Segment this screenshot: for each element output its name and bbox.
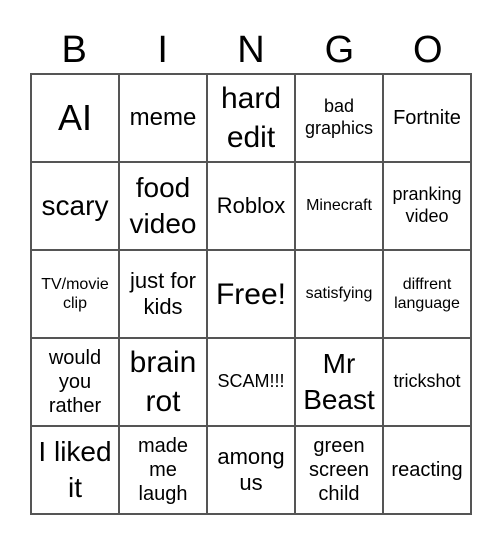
bingo-header: B I N G O [30, 28, 472, 72]
bingo-cell[interactable]: made me laugh [119, 426, 207, 514]
header-letter-g: G [324, 29, 355, 71]
header-letter-n: N [237, 29, 265, 71]
bingo-cell[interactable]: brain rot [119, 338, 207, 426]
header-letter-o: O [413, 29, 443, 71]
bingo-cell[interactable]: food video [119, 162, 207, 250]
bingo-cell[interactable]: Mr Beast [295, 338, 383, 426]
bingo-cell[interactable]: AI [31, 74, 119, 162]
bingo-cell[interactable]: I liked it [31, 426, 119, 514]
bingo-cell[interactable]: scary [31, 162, 119, 250]
bingo-cell[interactable]: green screen child [295, 426, 383, 514]
bingo-cell-free[interactable]: Free! [207, 250, 295, 338]
bingo-cell[interactable]: reacting [383, 426, 471, 514]
bingo-cell[interactable]: would you rather [31, 338, 119, 426]
header-letter-b: B [61, 29, 87, 71]
header-letter-i: I [157, 29, 168, 71]
bingo-cell[interactable]: Fortnite [383, 74, 471, 162]
bingo-cell[interactable]: bad graphics [295, 74, 383, 162]
bingo-cell[interactable]: meme [119, 74, 207, 162]
bingo-cell[interactable]: hard edit [207, 74, 295, 162]
bingo-cell[interactable]: Minecraft [295, 162, 383, 250]
bingo-grid: AI meme hard edit bad graphics Fortnite … [30, 73, 472, 515]
bingo-cell[interactable]: TV/movie clip [31, 250, 119, 338]
bingo-cell[interactable]: diffrent language [383, 250, 471, 338]
bingo-cell[interactable]: trickshot [383, 338, 471, 426]
bingo-cell[interactable]: just for kids [119, 250, 207, 338]
bingo-cell[interactable]: pranking video [383, 162, 471, 250]
bingo-cell[interactable]: SCAM!!! [207, 338, 295, 426]
bingo-cell[interactable]: among us [207, 426, 295, 514]
bingo-cell[interactable]: Roblox [207, 162, 295, 250]
bingo-cell[interactable]: satisfying [295, 250, 383, 338]
